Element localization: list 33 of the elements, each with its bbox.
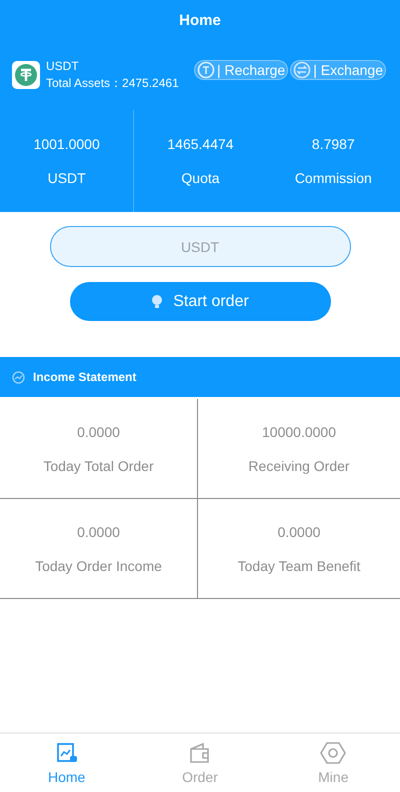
exchange-button[interactable]: | Exchange	[290, 60, 386, 80]
income-label: Today Total Order	[43, 458, 154, 474]
tab-item[interactable]: Mine	[266, 734, 400, 792]
income-label: Today Order Income	[35, 558, 162, 574]
income-label: Today Team Benefit	[238, 558, 360, 574]
balance-label: Commission	[294, 170, 372, 186]
start-order-button[interactable]: Start order	[70, 282, 330, 321]
balance-value: 1001.0000	[34, 136, 100, 152]
income-value: 10000.0000	[262, 424, 336, 440]
currency-name: USDT	[46, 58, 80, 72]
chart-icon	[12, 370, 25, 384]
income-label: Receiving Order	[248, 458, 350, 474]
recharge-button[interactable]: | Recharge	[194, 60, 288, 80]
income-value: 0.0000	[278, 524, 320, 540]
income-value: 0.0000	[77, 424, 120, 440]
receipt-icon[interactable]	[54, 741, 79, 765]
tab-item[interactable]: Home	[0, 734, 134, 792]
tab-item[interactable]: Order	[133, 734, 267, 792]
wallet-icon[interactable]	[188, 741, 212, 765]
hexagon-icon[interactable]	[320, 741, 346, 765]
coin-icon	[196, 61, 215, 79]
exchange-icon	[293, 61, 312, 79]
income-value: 0.0000	[77, 524, 120, 540]
balance-label: USDT	[48, 170, 86, 186]
total-assets: Total Assets：2475.2461	[46, 74, 180, 92]
balance-label: Quota	[181, 170, 220, 186]
section-title: Income Statement	[33, 370, 136, 384]
balance-value: 1465.4474	[167, 136, 234, 152]
balance-value: 8.7987	[312, 136, 355, 152]
lightbulb-icon	[151, 294, 164, 309]
currency-field[interactable]: USDT	[50, 226, 350, 267]
page-title: Home	[179, 12, 221, 28]
tether-logo-icon	[12, 61, 40, 89]
